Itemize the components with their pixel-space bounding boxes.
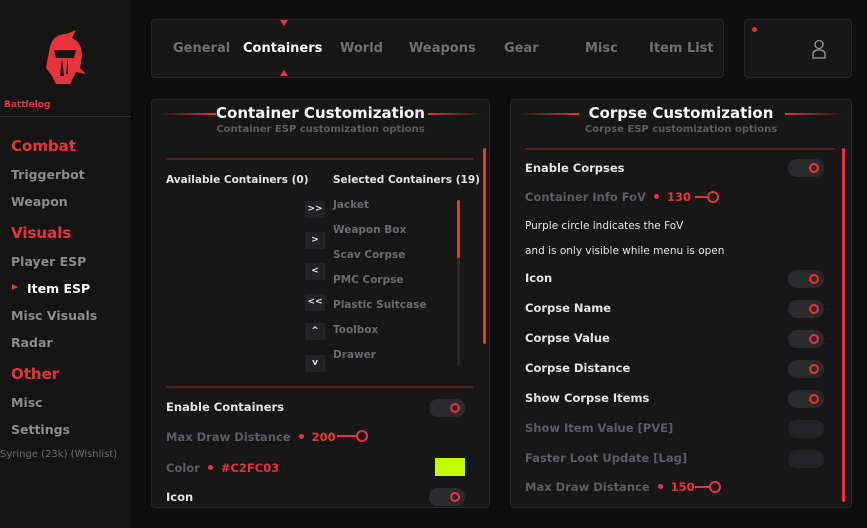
- tab-containers[interactable]: Containers: [243, 41, 322, 56]
- enable-corpses-label: Enable Corpses: [525, 161, 625, 175]
- toggle-knob: [450, 403, 460, 413]
- icon-label: Icon: [525, 271, 553, 285]
- profile-box[interactable]: [744, 19, 852, 78]
- faster-loot-update-toggle[interactable]: [788, 450, 824, 468]
- enable-corpses-toggle[interactable]: [788, 159, 824, 177]
- panel-scrollbar[interactable]: [483, 148, 486, 344]
- color-hex-value: #C2FC03: [220, 461, 280, 475]
- show-item-value-toggle[interactable]: [788, 420, 824, 438]
- tab-gear[interactable]: Gear: [504, 41, 539, 56]
- list-scrollbar[interactable]: [457, 200, 460, 258]
- list-item[interactable]: Drawer: [333, 349, 376, 361]
- active-tab-bottom-marker-icon: [280, 70, 288, 76]
- active-tab-top-marker-icon: [280, 20, 288, 26]
- corpse-distance-label: Corpse Distance: [525, 361, 631, 375]
- nav-category-visuals: Visuals: [11, 224, 72, 242]
- slider-handle[interactable]: [356, 430, 368, 442]
- tab-item-list[interactable]: Item List: [649, 41, 714, 56]
- panel-title: Corpse Customization: [588, 104, 774, 122]
- container-info-fov-value: 130: [666, 190, 691, 204]
- max-draw-distance-label: Max Draw Distance 150: [525, 480, 695, 494]
- selected-containers-header: Selected Containers (19): [333, 174, 480, 186]
- tab-general[interactable]: General: [173, 41, 230, 56]
- move-right-button[interactable]: >: [305, 232, 325, 249]
- brand-name: Battlelog: [4, 100, 51, 110]
- list-item[interactable]: Plastic Suitcase: [333, 299, 426, 311]
- show-corpse-items-toggle[interactable]: [788, 390, 824, 408]
- section-divider: [166, 158, 473, 160]
- esp-overlay-label: Syringe (23k) (Wishlist): [0, 449, 118, 460]
- nav-item-player-esp[interactable]: Player ESP: [11, 254, 86, 269]
- user-icon[interactable]: [812, 39, 826, 59]
- list-item[interactable]: Toolbox: [333, 324, 378, 336]
- color-label: Color #C2FC03: [166, 461, 280, 475]
- corpse-value-label: Corpse Value: [525, 331, 610, 345]
- nav-item-item-esp[interactable]: Item ESP: [27, 281, 90, 296]
- list-item[interactable]: PMC Corpse: [333, 274, 404, 286]
- section-divider: [166, 386, 473, 388]
- nav-item-triggerbot[interactable]: Triggerbot: [11, 167, 85, 182]
- fov-info-text-2: and is only visible while menu is open: [525, 245, 725, 257]
- fov-info-text-1: Purple circle indicates the FoV: [525, 220, 684, 232]
- corpse-value-toggle[interactable]: [788, 330, 824, 348]
- move-left-button[interactable]: <: [305, 263, 325, 280]
- move-down-button[interactable]: v: [305, 355, 325, 372]
- max-draw-distance-value: 150: [670, 480, 695, 494]
- knight-helmet-logo-icon: [46, 30, 86, 84]
- nav-category-other: Other: [11, 365, 60, 383]
- show-item-value-label: Show Item Value [PVE]: [525, 421, 674, 435]
- enable-containers-toggle[interactable]: [429, 399, 465, 417]
- nav-item-radar[interactable]: Radar: [11, 335, 53, 350]
- slider-handle[interactable]: [709, 481, 721, 493]
- faster-loot-update-label: Faster Loot Update [Lag]: [525, 451, 688, 465]
- show-corpse-items-label: Show Corpse Items: [525, 391, 650, 405]
- corpse-distance-toggle[interactable]: [788, 360, 824, 378]
- toggle-knob: [809, 334, 819, 344]
- color-swatch[interactable]: [435, 458, 465, 476]
- toggle-knob: [809, 394, 819, 404]
- available-containers-header: Available Containers (0): [166, 174, 309, 186]
- max-draw-distance-value: 200: [311, 430, 336, 444]
- list-item[interactable]: Jacket: [333, 199, 369, 211]
- list-item[interactable]: Scav Corpse: [333, 249, 405, 261]
- tab-misc[interactable]: Misc: [585, 41, 618, 56]
- enable-containers-label: Enable Containers: [166, 400, 285, 414]
- tab-bar: General Containers World Weapons Gear Mi…: [151, 19, 724, 78]
- list-item[interactable]: Weapon Box: [333, 224, 406, 236]
- move-up-button[interactable]: ^: [305, 323, 325, 340]
- toggle-knob: [809, 364, 819, 374]
- active-arrow-icon: [12, 284, 18, 290]
- container-info-fov-label: Container Info FoV 130: [525, 190, 691, 204]
- corpse-name-toggle[interactable]: [788, 300, 824, 318]
- panel-scrollbar[interactable]: [842, 148, 845, 502]
- toggle-knob: [450, 492, 460, 502]
- slider-handle[interactable]: [707, 191, 719, 203]
- toggle-knob: [809, 274, 819, 284]
- icon-toggle[interactable]: [429, 488, 465, 506]
- status-dot-icon: [752, 27, 757, 32]
- panel-subtitle: Container ESP customization options: [216, 124, 425, 135]
- tab-world[interactable]: World: [340, 41, 383, 56]
- nav-category-combat: Combat: [11, 137, 76, 155]
- section-divider: [525, 148, 835, 150]
- move-all-right-button[interactable]: >>: [305, 201, 325, 218]
- tab-weapons[interactable]: Weapons: [409, 41, 476, 56]
- panel-subtitle: Corpse ESP customization options: [584, 124, 778, 135]
- toggle-knob: [809, 304, 819, 314]
- corpse-name-label: Corpse Name: [525, 301, 612, 315]
- nav-item-misc-visuals[interactable]: Misc Visuals: [11, 308, 97, 323]
- icon-label: Icon: [166, 490, 194, 504]
- nav-item-settings[interactable]: Settings: [11, 422, 70, 437]
- icon-toggle[interactable]: [788, 270, 824, 288]
- move-all-left-button[interactable]: <<: [305, 294, 325, 311]
- divider: [0, 116, 131, 117]
- nav-item-misc[interactable]: Misc: [11, 395, 43, 410]
- panel-title: Container Customization: [216, 104, 425, 122]
- toggle-knob: [809, 163, 819, 173]
- max-draw-distance-label: Max Draw Distance 200: [166, 430, 336, 444]
- nav-item-weapon[interactable]: Weapon: [11, 194, 68, 209]
